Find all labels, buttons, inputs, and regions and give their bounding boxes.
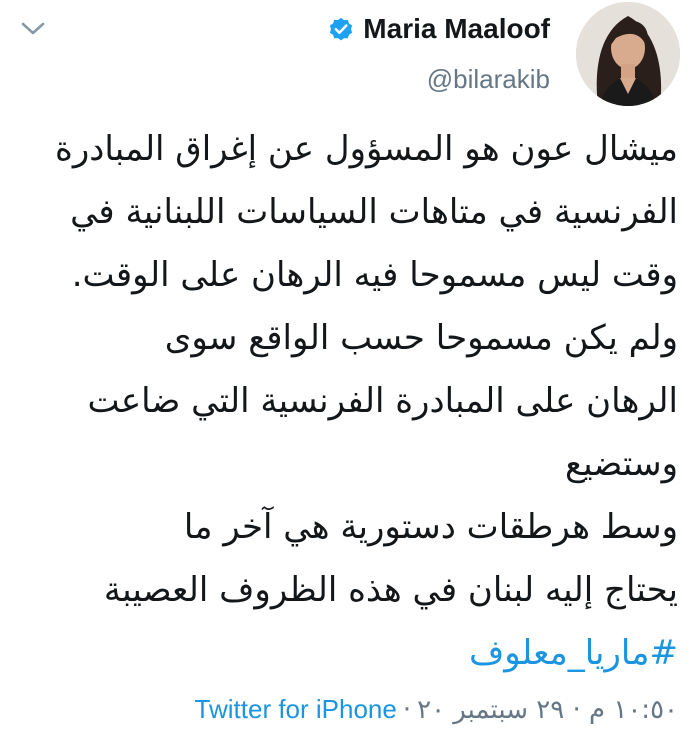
tweet-meta: ١٠:٥٠ م · ٢٩ سبتمبر ٢٠ · Twitter for iPh… bbox=[195, 694, 678, 725]
tweet-line: يحتاج إليه لبنان في هذه الظروف العصيبة bbox=[103, 570, 678, 610]
verified-badge-icon bbox=[330, 17, 353, 41]
tweet-line: وستضيع bbox=[564, 444, 678, 484]
author-name-row[interactable]: Maria Maaloof bbox=[327, 11, 550, 47]
tweet-line: ميشال عون هو المسؤول عن إغراق المبادرة bbox=[55, 129, 678, 169]
tweet-timestamp[interactable]: ١٠:٥٠ م · ٢٩ سبتمبر ٢٠ bbox=[417, 695, 678, 725]
tweet-text: ميشال عون هو المسؤول عن إغراق المبادرة ا… bbox=[18, 118, 678, 685]
tweet-line: ولم يكن مسموحا حسب الواقع سوى bbox=[164, 318, 678, 358]
tweet-line: الرهان على المبادرة الفرنسية التي ضاعت bbox=[87, 381, 678, 421]
avatar[interactable] bbox=[576, 2, 680, 106]
tweet-line: وسط هرطقات دستورية هي آخر ما bbox=[183, 507, 678, 547]
chevron-down-icon[interactable] bbox=[20, 18, 46, 40]
tweet-line: وقت ليس مسموحا فيه الرهان على الوقت. bbox=[71, 255, 678, 295]
meta-separator: · bbox=[402, 694, 412, 725]
author-handle[interactable]: @bilarakib bbox=[427, 64, 550, 95]
tweet-card: Maria Maaloof @bilarakib ميشال عون هو ال… bbox=[0, 0, 700, 751]
tweet-source-link[interactable]: Twitter for iPhone bbox=[195, 694, 397, 725]
author-display-name: Maria Maaloof bbox=[363, 13, 550, 44]
hashtag-link[interactable]: #ماريا_معلوف bbox=[18, 622, 678, 685]
tweet-line: الفرنسية في متاهات السياسات اللبنانية في bbox=[70, 192, 678, 232]
